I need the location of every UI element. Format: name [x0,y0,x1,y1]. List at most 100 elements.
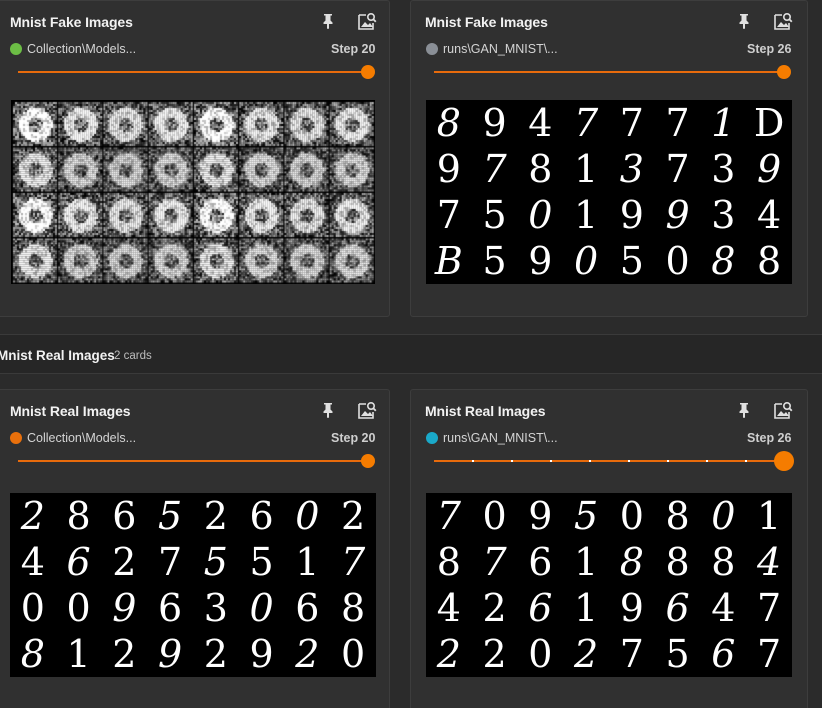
digit-glyph: 9 [620,193,644,237]
pin-icon[interactable] [737,402,751,418]
slider-rail[interactable] [434,460,784,462]
step-slider[interactable] [18,65,375,79]
step-label: Step 20 [331,431,376,445]
slider-thumb[interactable] [774,451,794,471]
digit-glyph: 8 [67,494,91,538]
slider-thumb[interactable] [361,454,375,468]
digit-glyph: 9 [757,147,781,191]
card-title: Mnist Real Images [425,403,546,419]
digit-glyph: 7 [483,147,508,191]
digit-glyph: 9 [666,193,690,237]
digit-glyph: 8 [620,540,644,584]
slider-tick [628,460,630,462]
digit-glyph: 8 [437,101,461,145]
digit-glyph: 4 [756,540,781,584]
digit-glyph: 8 [711,540,735,584]
digit-glyph: 0 [528,632,552,676]
slider-rail[interactable] [18,71,368,73]
slider-thumb[interactable] [777,65,791,79]
digit-glyph: 6 [295,586,319,630]
slider-tick [511,460,513,462]
card-real-collection: Mnist Real Images Collection\Models... S… [0,389,390,708]
slider-tick [745,460,747,462]
digit-glyph: 0 [341,632,365,676]
image-sample[interactable]: 8947771D9781373975019934B5905088 [426,100,792,284]
step-label: Step 26 [747,431,792,445]
group-title: Mnist Real Images [0,348,115,363]
digit-glyph: 0 [528,193,552,237]
digit-glyph: 4 [437,586,461,630]
digit-glyph: 7 [483,540,508,584]
image-sample[interactable]: 70950801876188844261964722027567 [426,493,792,677]
slider-rail[interactable] [18,460,368,462]
digit-glyph: 9 [112,586,136,630]
digit-glyph: 8 [437,540,461,584]
image-search-icon[interactable] [773,400,793,420]
digit-glyph: 2 [112,540,136,584]
digit-glyph: 9 [483,101,507,145]
digit-glyph: 2 [294,632,319,676]
slider-thumb[interactable] [361,65,375,79]
digit-glyph: 2 [341,494,365,538]
digit-glyph: 7 [757,632,781,676]
image-sample[interactable] [11,100,375,284]
group-header[interactable]: Mnist Real Images 2 cards [0,334,822,374]
digit-glyph: 8 [666,540,690,584]
slider-tick [550,460,552,462]
step-slider[interactable] [18,454,375,468]
digit-glyph: 4 [21,540,45,584]
digit-glyph: 0 [295,494,319,538]
digit-glyph: 4 [757,193,781,237]
digit-glyph: 0 [67,586,91,630]
digit-glyph: 0 [711,494,735,538]
digit-glyph: 7 [757,586,781,630]
digit-glyph: 2 [204,632,228,676]
image-search-icon[interactable] [357,11,377,31]
digit-glyph: 0 [666,239,690,283]
digit-glyph: 2 [436,632,461,676]
run-label: Collection\Models... [10,431,136,445]
image-sample[interactable]: 28652602462755170096306881292920 [10,493,376,677]
digit-glyph: 8 [21,632,45,676]
digit-glyph: 5 [574,494,598,538]
digit-grid: 7 0 9 5 0 8 0 18 7 6 1 8 8 8 44 2 6 1 9 6 4 72 2 0 2 7 5 6 7 [436,494,781,676]
digit-glyph: 1 [574,540,598,584]
run-color-dot [10,432,22,444]
digit-glyph: 7 [666,147,690,191]
digit-glyph: 4 [528,101,552,145]
digit-glyph: 5 [204,540,228,584]
slider-rail[interactable] [434,71,784,73]
image-search-icon[interactable] [357,400,377,420]
digit-glyph: 3 [620,147,644,191]
digit-glyph: 8 [528,147,552,191]
slider-tick [706,460,708,462]
digit-glyph: 9 [620,586,644,630]
digit-glyph: 1 [757,494,781,538]
pin-icon[interactable] [321,402,335,418]
card-fake-collection: Mnist Fake Images Collection\Models... S… [0,0,390,317]
digit-glyph: 3 [204,586,228,630]
slider-tick [667,460,669,462]
image-search-icon[interactable] [773,11,793,31]
digit-glyph: 7 [620,101,644,145]
digit-glyph: 1 [574,147,598,191]
run-color-dot [426,432,438,444]
run-color-dot [426,43,438,55]
step-slider[interactable] [434,65,791,79]
digit-glyph: 5 [620,239,644,283]
run-color-dot [10,43,22,55]
digit-glyph: 6 [528,540,552,584]
digit-glyph: 8 [757,239,781,283]
pin-icon[interactable] [321,13,335,29]
digit-glyph: B [434,239,463,283]
step-slider[interactable] [434,451,794,471]
digit-glyph: 9 [437,147,461,191]
digit-glyph: 9 [250,632,274,676]
slider-tick [472,460,474,462]
digit-glyph: 9 [528,494,552,538]
digit-glyph: 6 [711,632,735,676]
digit-glyph: 0 [574,239,598,283]
digit-glyph: 1 [574,586,598,630]
pin-icon[interactable] [737,13,751,29]
digit-glyph: 1 [711,101,735,145]
